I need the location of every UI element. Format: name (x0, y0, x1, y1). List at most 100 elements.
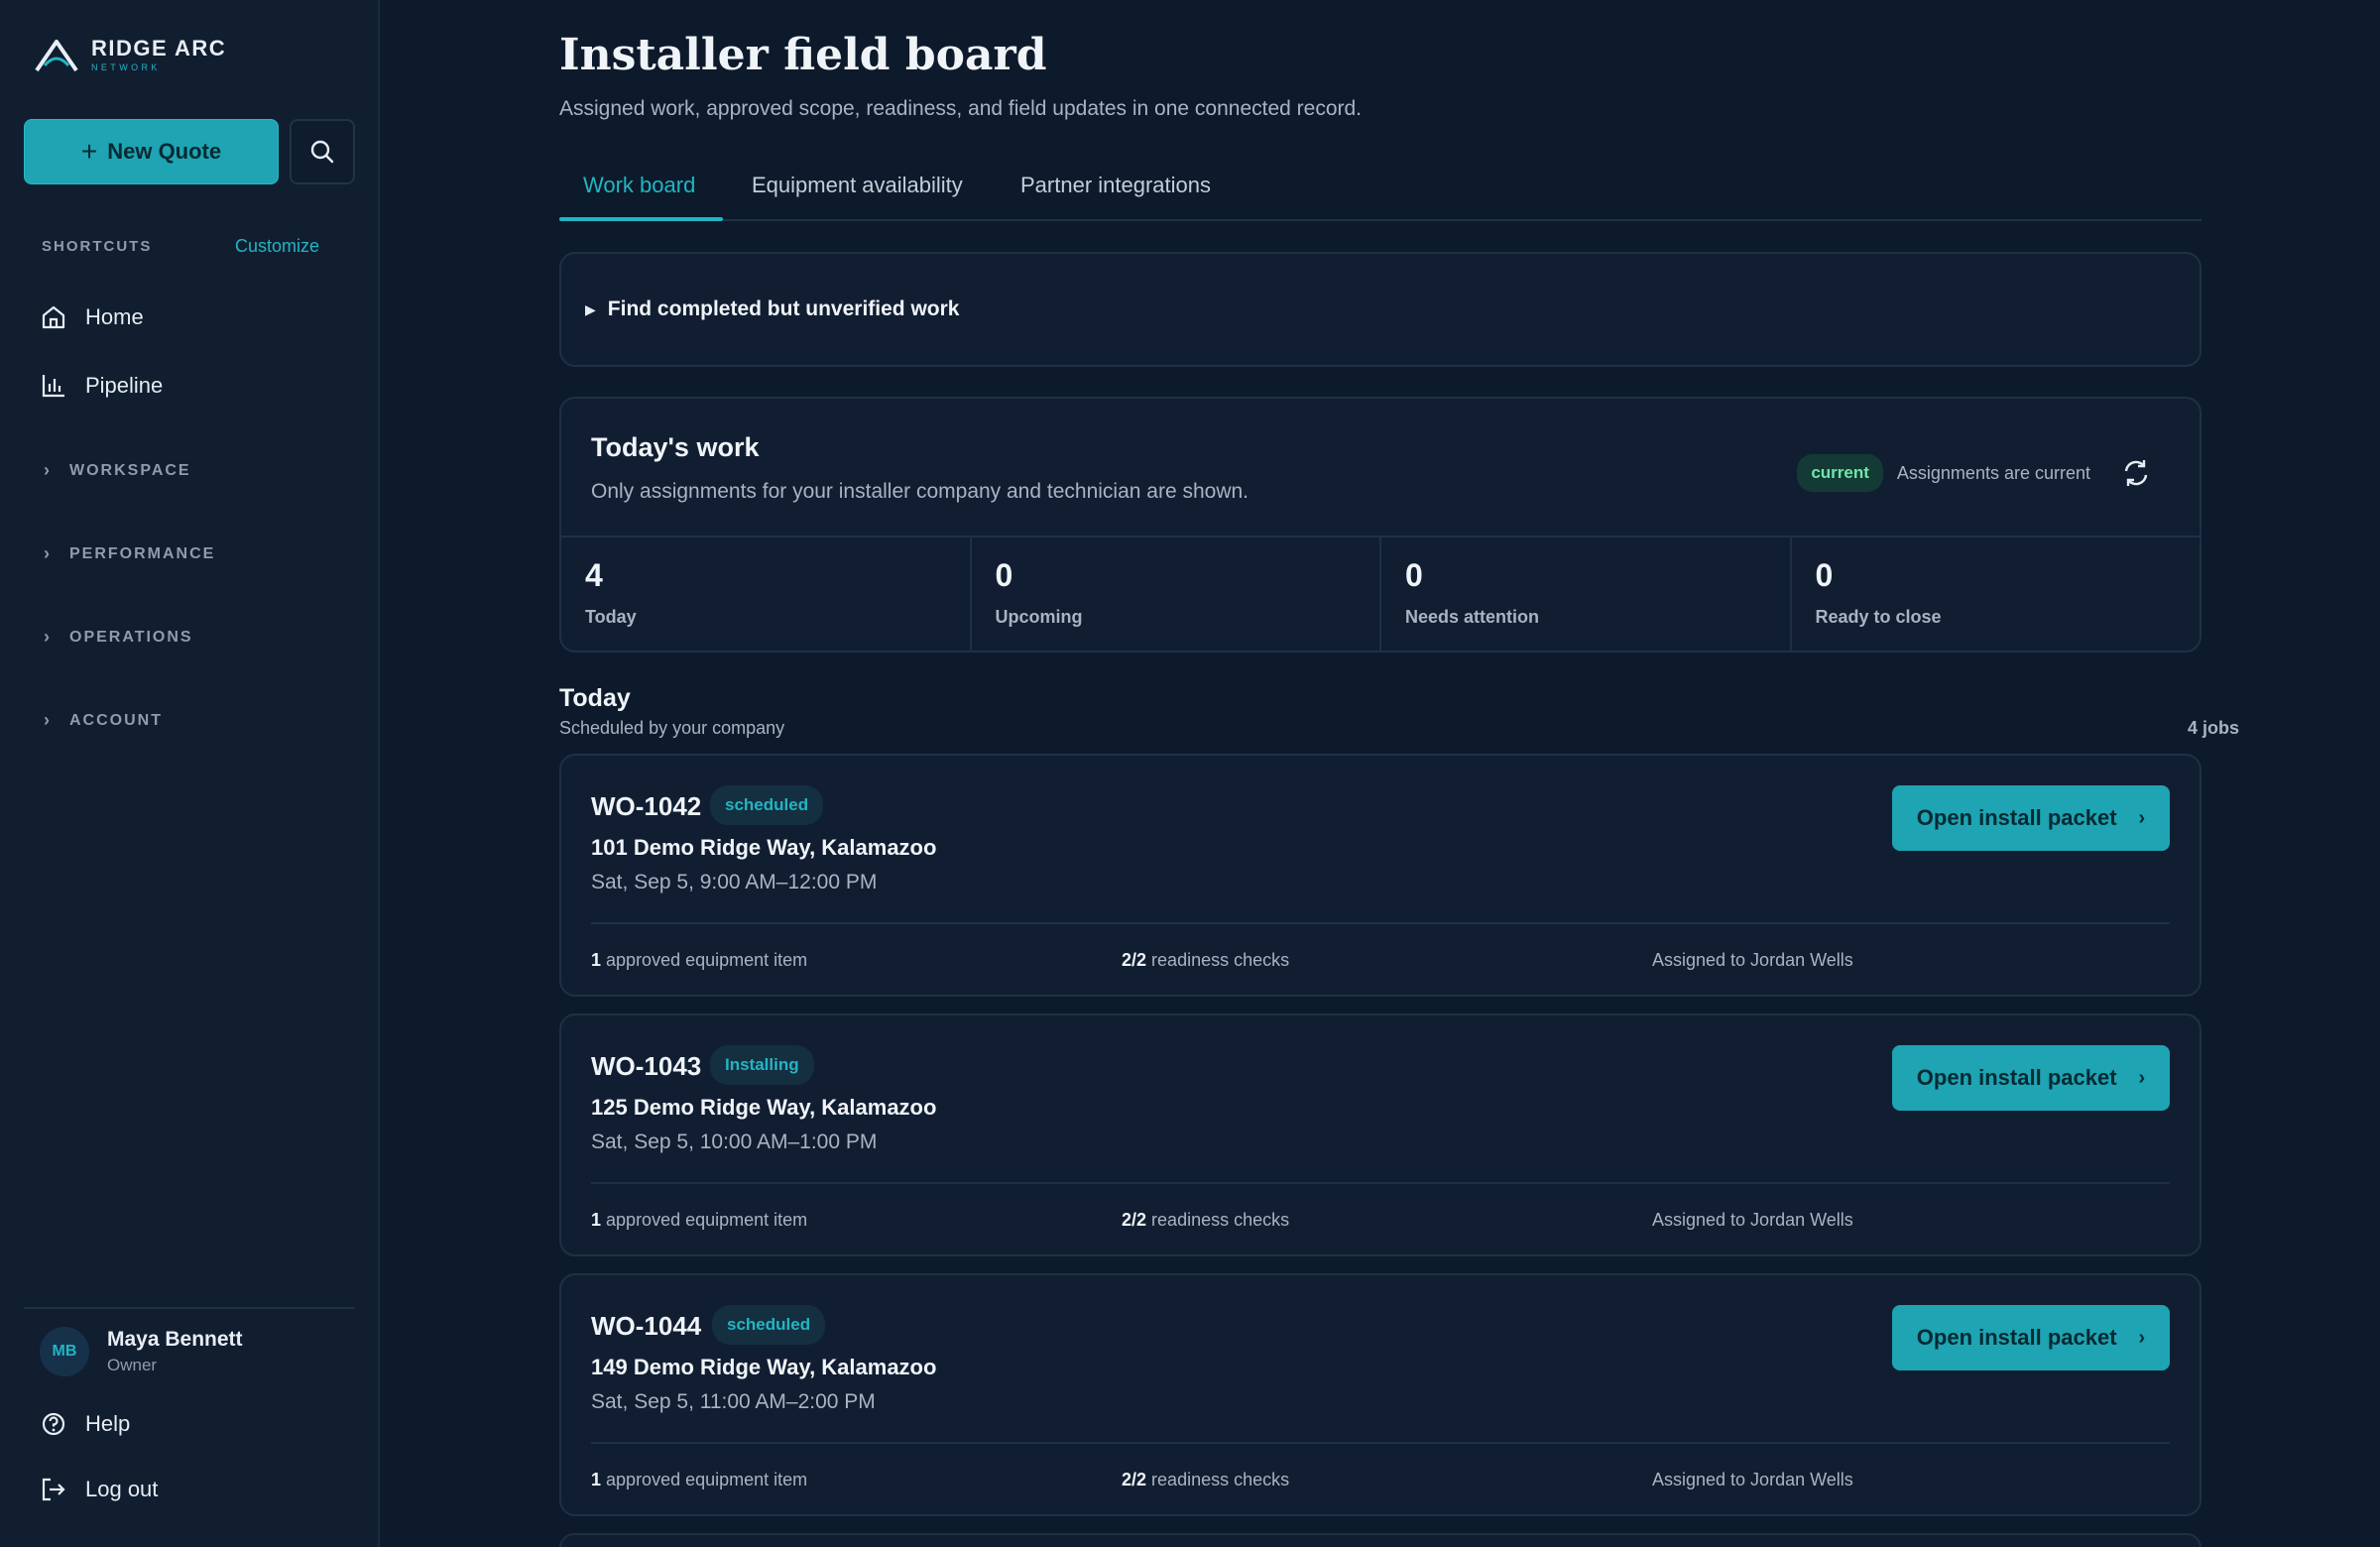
customize-link[interactable]: Customize (235, 236, 319, 257)
chevron-right-icon: › (2138, 1066, 2146, 1089)
shortcuts-header: SHORTCUTS Customize (42, 236, 319, 257)
open-install-packet-button[interactable]: Open install packet › (1892, 1305, 2170, 1370)
readiness-count: 2/2 (1122, 950, 1147, 970)
open-install-packet-button[interactable]: Open install packet › (1892, 785, 2170, 851)
equipment-text: approved equipment item (606, 1470, 808, 1489)
stat-value: 0 (1405, 557, 1423, 593)
assignment-status: current Assignments are current (1797, 454, 2152, 492)
brand-logo[interactable]: RIDGE ARC NETWORK (34, 36, 226, 73)
sidebar-section-performance[interactable]: › PERFORMANCE (44, 543, 215, 564)
stat-needs-attention: 0 Needs attention (1381, 537, 1792, 653)
active-tab-indicator (559, 217, 723, 221)
sidebar-section-workspace[interactable]: › WORKSPACE (44, 460, 191, 481)
home-icon (42, 305, 65, 329)
sidebar-section-account[interactable]: › ACCOUNT (44, 710, 163, 731)
page-subtitle: Assigned work, approved scope, readiness… (559, 97, 1363, 120)
help-icon (42, 1412, 65, 1436)
help-link[interactable]: Help (40, 1410, 130, 1438)
readiness-summary: 2/2 readiness checks (1122, 1210, 1289, 1231)
page-title: Installer field board (559, 30, 1047, 80)
equipment-count: 1 (591, 1470, 602, 1489)
readiness-summary: 2/2 readiness checks (1122, 1470, 1289, 1490)
tab-partner-integrations[interactable]: Partner integrations (1020, 173, 1211, 214)
main-content: Installer field board Assigned work, app… (380, 0, 2380, 1547)
job-card: WO-1042 scheduled 101 Demo Ridge Way, Ka… (559, 754, 2202, 997)
sidebar: RIDGE ARC NETWORK + New Quote SHORTCUTS … (0, 0, 380, 1547)
button-label: Open install packet (1916, 1065, 2117, 1090)
logout-label: Log out (85, 1477, 159, 1501)
status-badge: scheduled (712, 1305, 826, 1345)
brand-name: RIDGE ARC (91, 36, 227, 60)
chevron-right-icon: › (44, 543, 52, 563)
assigned-to: Assigned to Jordan Wells (1652, 1210, 1853, 1230)
stat-today: 4 Today (561, 537, 972, 653)
status-badge: scheduled (710, 785, 824, 825)
stats-row: 4 Today 0 Upcoming 0 Needs attention 0 R… (561, 536, 2200, 653)
stat-label: Upcoming (995, 607, 1083, 627)
todays-work-card: Today's work Only assignments for your i… (559, 397, 2202, 653)
new-quote-button[interactable]: + New Quote (24, 119, 279, 184)
job-id: WO-1044 (591, 1311, 702, 1341)
readiness-text: readiness checks (1151, 950, 1290, 970)
sidebar-item-home[interactable]: Home (40, 303, 144, 331)
job-time: Sat, Sep 5, 9:00 AM–12:00 PM (591, 871, 878, 893)
button-label: Open install packet (1916, 805, 2117, 830)
help-label: Help (85, 1411, 131, 1436)
today-section-title: Today (559, 684, 631, 712)
divider (591, 1442, 2170, 1444)
chevron-right-icon: › (44, 460, 52, 480)
shortcuts-title: SHORTCUTS (42, 238, 153, 255)
tab-work-board[interactable]: Work board (583, 173, 695, 214)
jobs-count: 4 jobs (2187, 718, 2239, 738)
divider (591, 1182, 2170, 1184)
open-install-packet-button[interactable]: Open install packet › (1892, 1045, 2170, 1111)
todays-work-title: Today's work (591, 432, 760, 462)
job-address: 101 Demo Ridge Way, Kalamazoo (591, 835, 937, 860)
sidebar-item-pipeline[interactable]: Pipeline (40, 372, 163, 400)
job-id: WO-1042 (591, 791, 702, 821)
stat-ready-to-close: 0 Ready to close (1792, 537, 2201, 653)
equipment-count: 1 (591, 950, 602, 970)
todays-work-subtitle: Only assignments for your installer comp… (591, 480, 1249, 503)
readiness-text: readiness checks (1151, 1470, 1290, 1489)
job-address: 125 Demo Ridge Way, Kalamazoo (591, 1095, 937, 1120)
stat-value: 0 (995, 557, 1013, 593)
stat-label: Today (585, 607, 637, 627)
user-name: Maya Bennett (107, 1328, 243, 1351)
job-time: Sat, Sep 5, 11:00 AM–2:00 PM (591, 1390, 876, 1413)
search-icon (310, 140, 334, 164)
search-button[interactable] (290, 119, 355, 184)
assigned-to: Assigned to Jordan Wells (1652, 950, 1853, 970)
stat-value: 0 (1815, 557, 1834, 593)
equipment-summary: 1 approved equipment item (591, 950, 807, 971)
section-label: WORKSPACE (69, 461, 191, 479)
sidebar-item-label: Home (85, 304, 144, 329)
find-unverified-disclosure[interactable]: ▶ Find completed but unverified work (559, 252, 2202, 367)
disclosure-triangle-icon: ▶ (585, 300, 596, 317)
job-time: Sat, Sep 5, 10:00 AM–1:00 PM (591, 1130, 878, 1153)
assigned-to: Assigned to Jordan Wells (1652, 1470, 1853, 1489)
avatar: MB (40, 1327, 89, 1376)
equipment-summary: 1 approved equipment item (591, 1210, 807, 1231)
job-id: WO-1043 (591, 1051, 702, 1081)
equipment-summary: 1 approved equipment item (591, 1470, 807, 1490)
tab-equipment-availability[interactable]: Equipment availability (752, 173, 963, 214)
section-label: ACCOUNT (69, 711, 163, 729)
stat-value: 4 (585, 557, 603, 593)
chevron-right-icon: › (2138, 1326, 2146, 1349)
refresh-icon[interactable] (2120, 457, 2152, 489)
sidebar-section-operations[interactable]: › OPERATIONS (44, 627, 193, 648)
equipment-count: 1 (591, 1210, 602, 1230)
user-profile[interactable]: MB Maya Bennett Owner (40, 1327, 243, 1376)
find-unverified-label: Find completed but unverified work (607, 298, 960, 320)
bar-chart-icon (42, 375, 64, 398)
button-label: Open install packet (1916, 1325, 2117, 1350)
chevron-right-icon: › (2138, 806, 2146, 829)
stat-label: Needs attention (1405, 607, 1540, 627)
logout-link[interactable]: Log out (40, 1476, 158, 1503)
logout-icon (42, 1478, 65, 1501)
equipment-text: approved equipment item (606, 1210, 808, 1230)
status-badge: current (1797, 454, 1883, 492)
chevron-right-icon: › (44, 710, 52, 730)
today-section-subtitle: Scheduled by your company (559, 718, 785, 738)
